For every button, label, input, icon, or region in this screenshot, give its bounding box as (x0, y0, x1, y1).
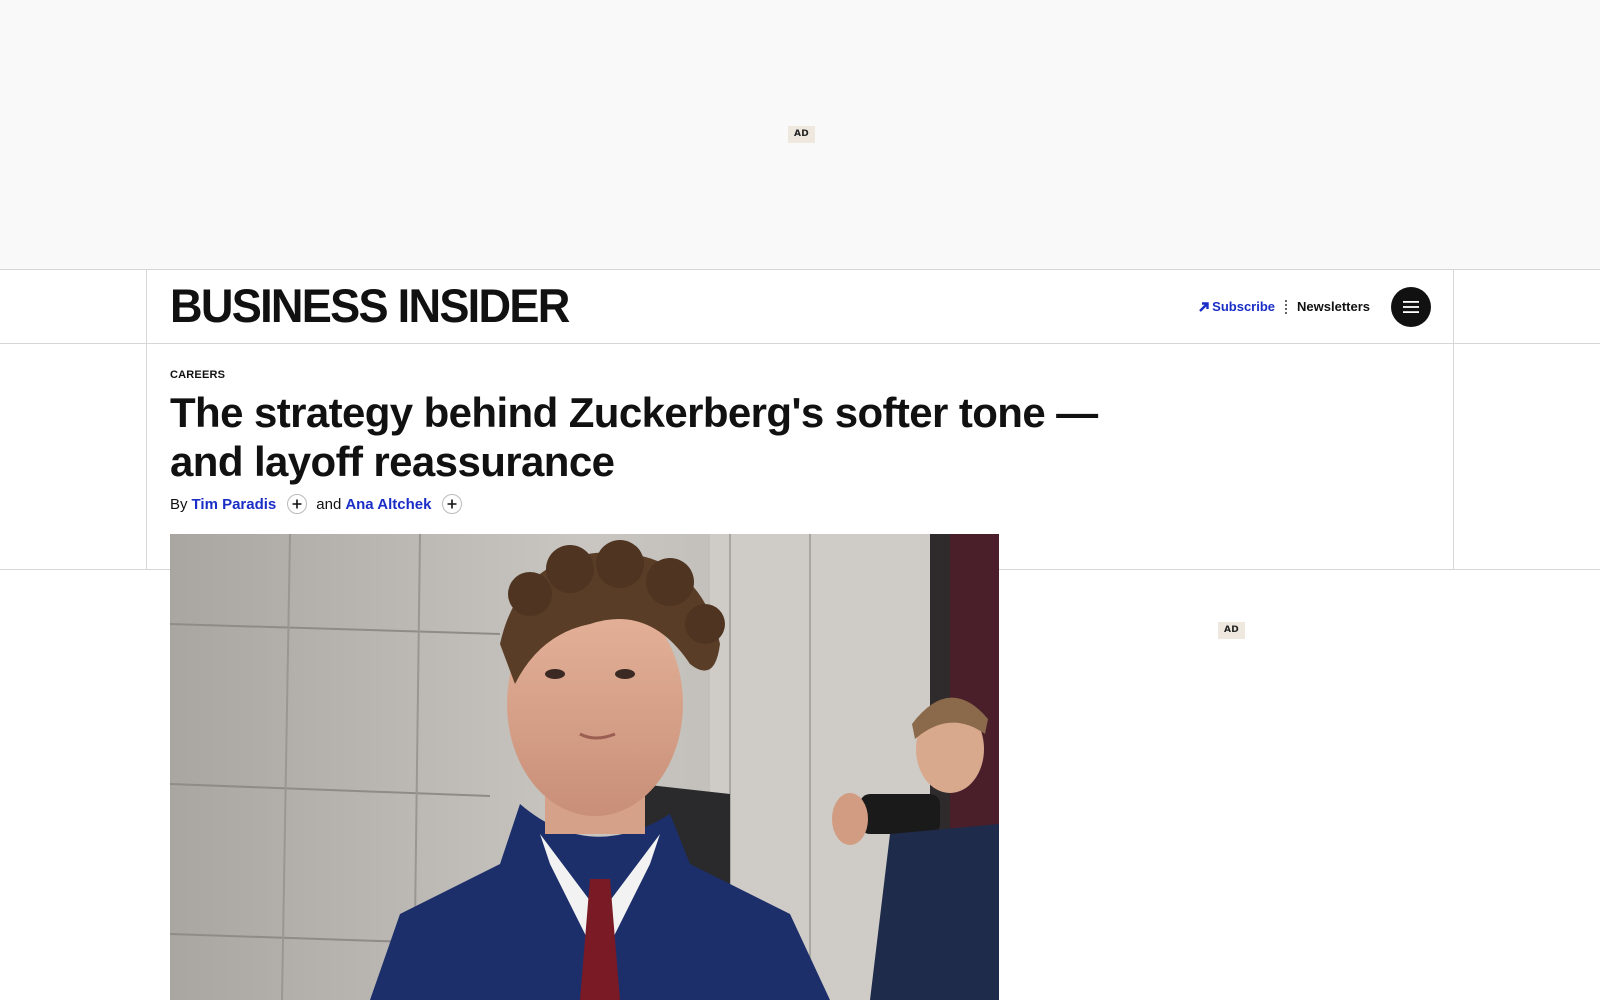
plus-icon (447, 499, 457, 509)
top-ad-banner: AD (0, 0, 1600, 270)
header-nav: Subscribe Newsletters (1198, 286, 1431, 327)
subscribe-link[interactable]: Subscribe (1198, 299, 1275, 314)
nav-divider (1285, 299, 1288, 314)
side-ad-label: AD (1218, 622, 1246, 639)
byline-prefix: By (170, 495, 188, 513)
arrow-up-right-icon (1199, 301, 1209, 312)
byline-conjunction: and (316, 495, 342, 513)
follow-author-button[interactable] (442, 494, 463, 514)
byline: By Tim Paradis and Ana Altchek (170, 494, 463, 514)
subscribe-label: Subscribe (1212, 299, 1276, 314)
newsletters-link[interactable]: Newsletters (1297, 299, 1370, 314)
hero-photo-illustration (170, 534, 999, 1000)
category-label[interactable]: CAREERS (170, 369, 225, 381)
menu-button[interactable] (1391, 286, 1431, 327)
header-inner: BUSINESS INSIDER Subscribe Newsletters (146, 270, 1454, 343)
hamburger-menu-icon (1403, 300, 1419, 313)
author-link-ana-altchek[interactable]: Ana Altchek (345, 496, 431, 513)
ad-label: AD (788, 126, 816, 143)
follow-author-button[interactable] (287, 494, 308, 514)
author-link-tim-paradis[interactable]: Tim Paradis (192, 496, 277, 513)
article-headline: The strategy behind Zuckerberg's softer … (170, 389, 1098, 485)
hero-image (170, 534, 999, 1000)
plus-icon (292, 499, 302, 509)
business-insider-logo[interactable]: BUSINESS INSIDER (170, 282, 570, 329)
site-header: BUSINESS INSIDER Subscribe Newsletters (0, 270, 1600, 344)
